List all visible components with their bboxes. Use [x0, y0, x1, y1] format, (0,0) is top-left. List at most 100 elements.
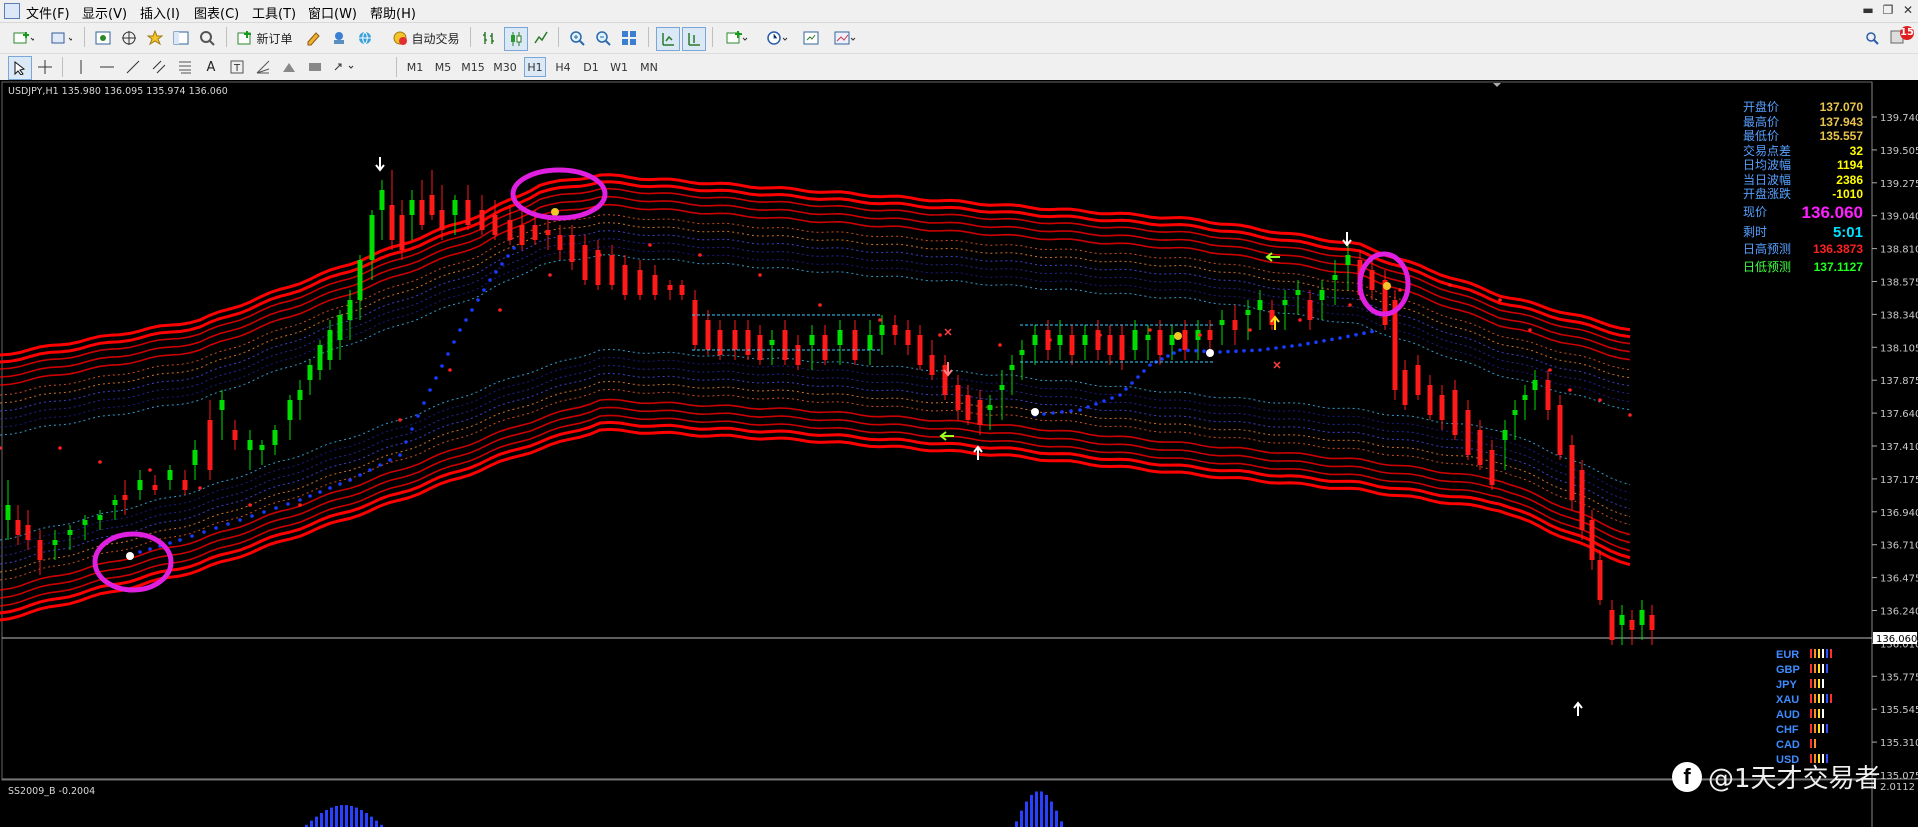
blue-dot [1282, 345, 1286, 349]
blue-dot [1274, 346, 1278, 350]
rectangle-icon[interactable] [304, 56, 326, 78]
trend-dot [498, 308, 502, 312]
crosshair-icon[interactable] [34, 56, 56, 78]
candle [769, 340, 775, 345]
info-row: 最低价 135.557 [1743, 129, 1863, 144]
line-chart-icon[interactable] [530, 27, 552, 49]
candle [192, 450, 198, 465]
timeframe-w1[interactable]: W1 [608, 57, 630, 77]
blue-dot [298, 498, 302, 502]
indicator-bar [1050, 801, 1053, 827]
candlestick-icon[interactable] [504, 27, 528, 51]
candle [272, 430, 278, 445]
blue-dot [328, 486, 332, 490]
vertical-line-icon[interactable] [70, 56, 92, 78]
channel-icon[interactable] [148, 56, 170, 78]
indicators-icon[interactable] [720, 27, 754, 49]
new-chart-icon[interactable] [6, 27, 40, 49]
triangle-icon[interactable] [278, 56, 300, 78]
market-watch-icon[interactable] [92, 27, 114, 49]
candle [347, 300, 353, 320]
strategy-tester-icon[interactable] [196, 27, 218, 49]
chart-shift-icon[interactable] [656, 27, 680, 51]
auto-trading-button[interactable]: 自动交易 [388, 27, 464, 49]
candle [409, 200, 415, 215]
trend-dot [818, 303, 822, 307]
menu-file[interactable]: 文件(F) [26, 3, 70, 22]
candle [25, 525, 31, 540]
menu-insert[interactable]: 插入(I) [140, 3, 180, 22]
blue-dot [494, 270, 498, 274]
chart-properties-icon[interactable] [828, 27, 862, 49]
tile-windows-icon[interactable] [618, 27, 640, 49]
candle [965, 395, 971, 420]
indicator-bar [1060, 821, 1063, 827]
arrows-icon[interactable] [330, 56, 360, 78]
timeframe-h4[interactable]: H4 [552, 57, 574, 77]
trend-dot [1628, 413, 1632, 417]
auto-scroll-icon[interactable] [682, 27, 706, 51]
bar-chart-icon[interactable] [478, 27, 500, 49]
templates-icon[interactable] [800, 27, 822, 49]
separator [84, 27, 85, 47]
meta-editor-icon[interactable] [302, 27, 324, 49]
indicator-bar [355, 807, 358, 827]
terminal-icon[interactable] [170, 27, 192, 49]
menu-tools[interactable]: 工具(T) [252, 3, 296, 22]
candle [795, 345, 801, 365]
market-icon[interactable] [354, 27, 376, 49]
blue-dot [422, 401, 426, 405]
strength-bars [1810, 663, 1830, 678]
close-icon[interactable]: ✕ [1900, 2, 1916, 18]
search-icon[interactable] [1862, 27, 1882, 49]
info-row: 当日波幅 2386 [1743, 173, 1863, 188]
minimize-icon[interactable]: ▬ [1860, 2, 1876, 18]
text-label-icon[interactable]: T [226, 56, 248, 78]
blue-dot [1051, 411, 1055, 415]
timeframe-h1[interactable]: H1 [524, 57, 546, 77]
x-mark-icon [944, 328, 952, 336]
horizontal-line-icon[interactable] [96, 56, 118, 78]
price-tick-label: 136.240 [1880, 607, 1918, 618]
chart-window[interactable]: 139.740 139.505 139.275 139.040 138.810 138.5… [0, 80, 1918, 827]
periods-icon[interactable] [760, 27, 794, 49]
alerts-icon[interactable]: 15 [1888, 25, 1916, 47]
cursor-icon[interactable] [8, 56, 32, 80]
new-order-button[interactable]: 新订单 [234, 27, 296, 49]
menu-help[interactable]: 帮助(H) [370, 3, 416, 22]
profiles-icon[interactable] [44, 27, 78, 49]
candle [419, 200, 425, 225]
candle [532, 225, 538, 240]
fib-fan-icon[interactable] [252, 56, 274, 78]
high-forecast-value: 136.3873 [1812, 241, 1863, 256]
trendline-icon[interactable] [122, 56, 144, 78]
blue-dot [476, 298, 480, 302]
timeframe-m5[interactable]: M5 [432, 57, 454, 77]
candle [1532, 380, 1538, 390]
indicator-bar [1035, 791, 1038, 827]
blue-dot [1258, 348, 1262, 352]
timeframe-d1[interactable]: D1 [580, 57, 602, 77]
menu-chart[interactable]: 图表(C) [194, 3, 239, 22]
timeframe-mn[interactable]: MN [636, 57, 662, 77]
zoom-in-icon[interactable] [566, 27, 588, 49]
navigator-icon[interactable] [118, 27, 140, 49]
menu-view[interactable]: 显示(V) [82, 3, 127, 22]
separator [558, 27, 559, 47]
text-icon[interactable]: A [200, 56, 222, 78]
timeframe-m1[interactable]: M1 [404, 57, 426, 77]
price-chart[interactable]: 139.740 139.505 139.275 139.040 138.810 138.5… [0, 80, 1918, 827]
timeframe-m30[interactable]: M30 [492, 57, 518, 77]
zoom-out-icon[interactable] [592, 27, 614, 49]
signals-icon[interactable] [328, 27, 350, 49]
timeframe-m15[interactable]: M15 [460, 57, 486, 77]
fibonacci-icon[interactable] [174, 56, 196, 78]
trend-dot [1598, 398, 1602, 402]
candle [1589, 520, 1595, 560]
menu-window[interactable]: 窗口(W) [308, 3, 357, 22]
candle [1009, 365, 1015, 370]
candle [545, 230, 551, 235]
favorites-icon[interactable] [144, 27, 166, 49]
inner-band-lower [0, 372, 1631, 565]
restore-icon[interactable]: ❐ [1880, 2, 1896, 18]
